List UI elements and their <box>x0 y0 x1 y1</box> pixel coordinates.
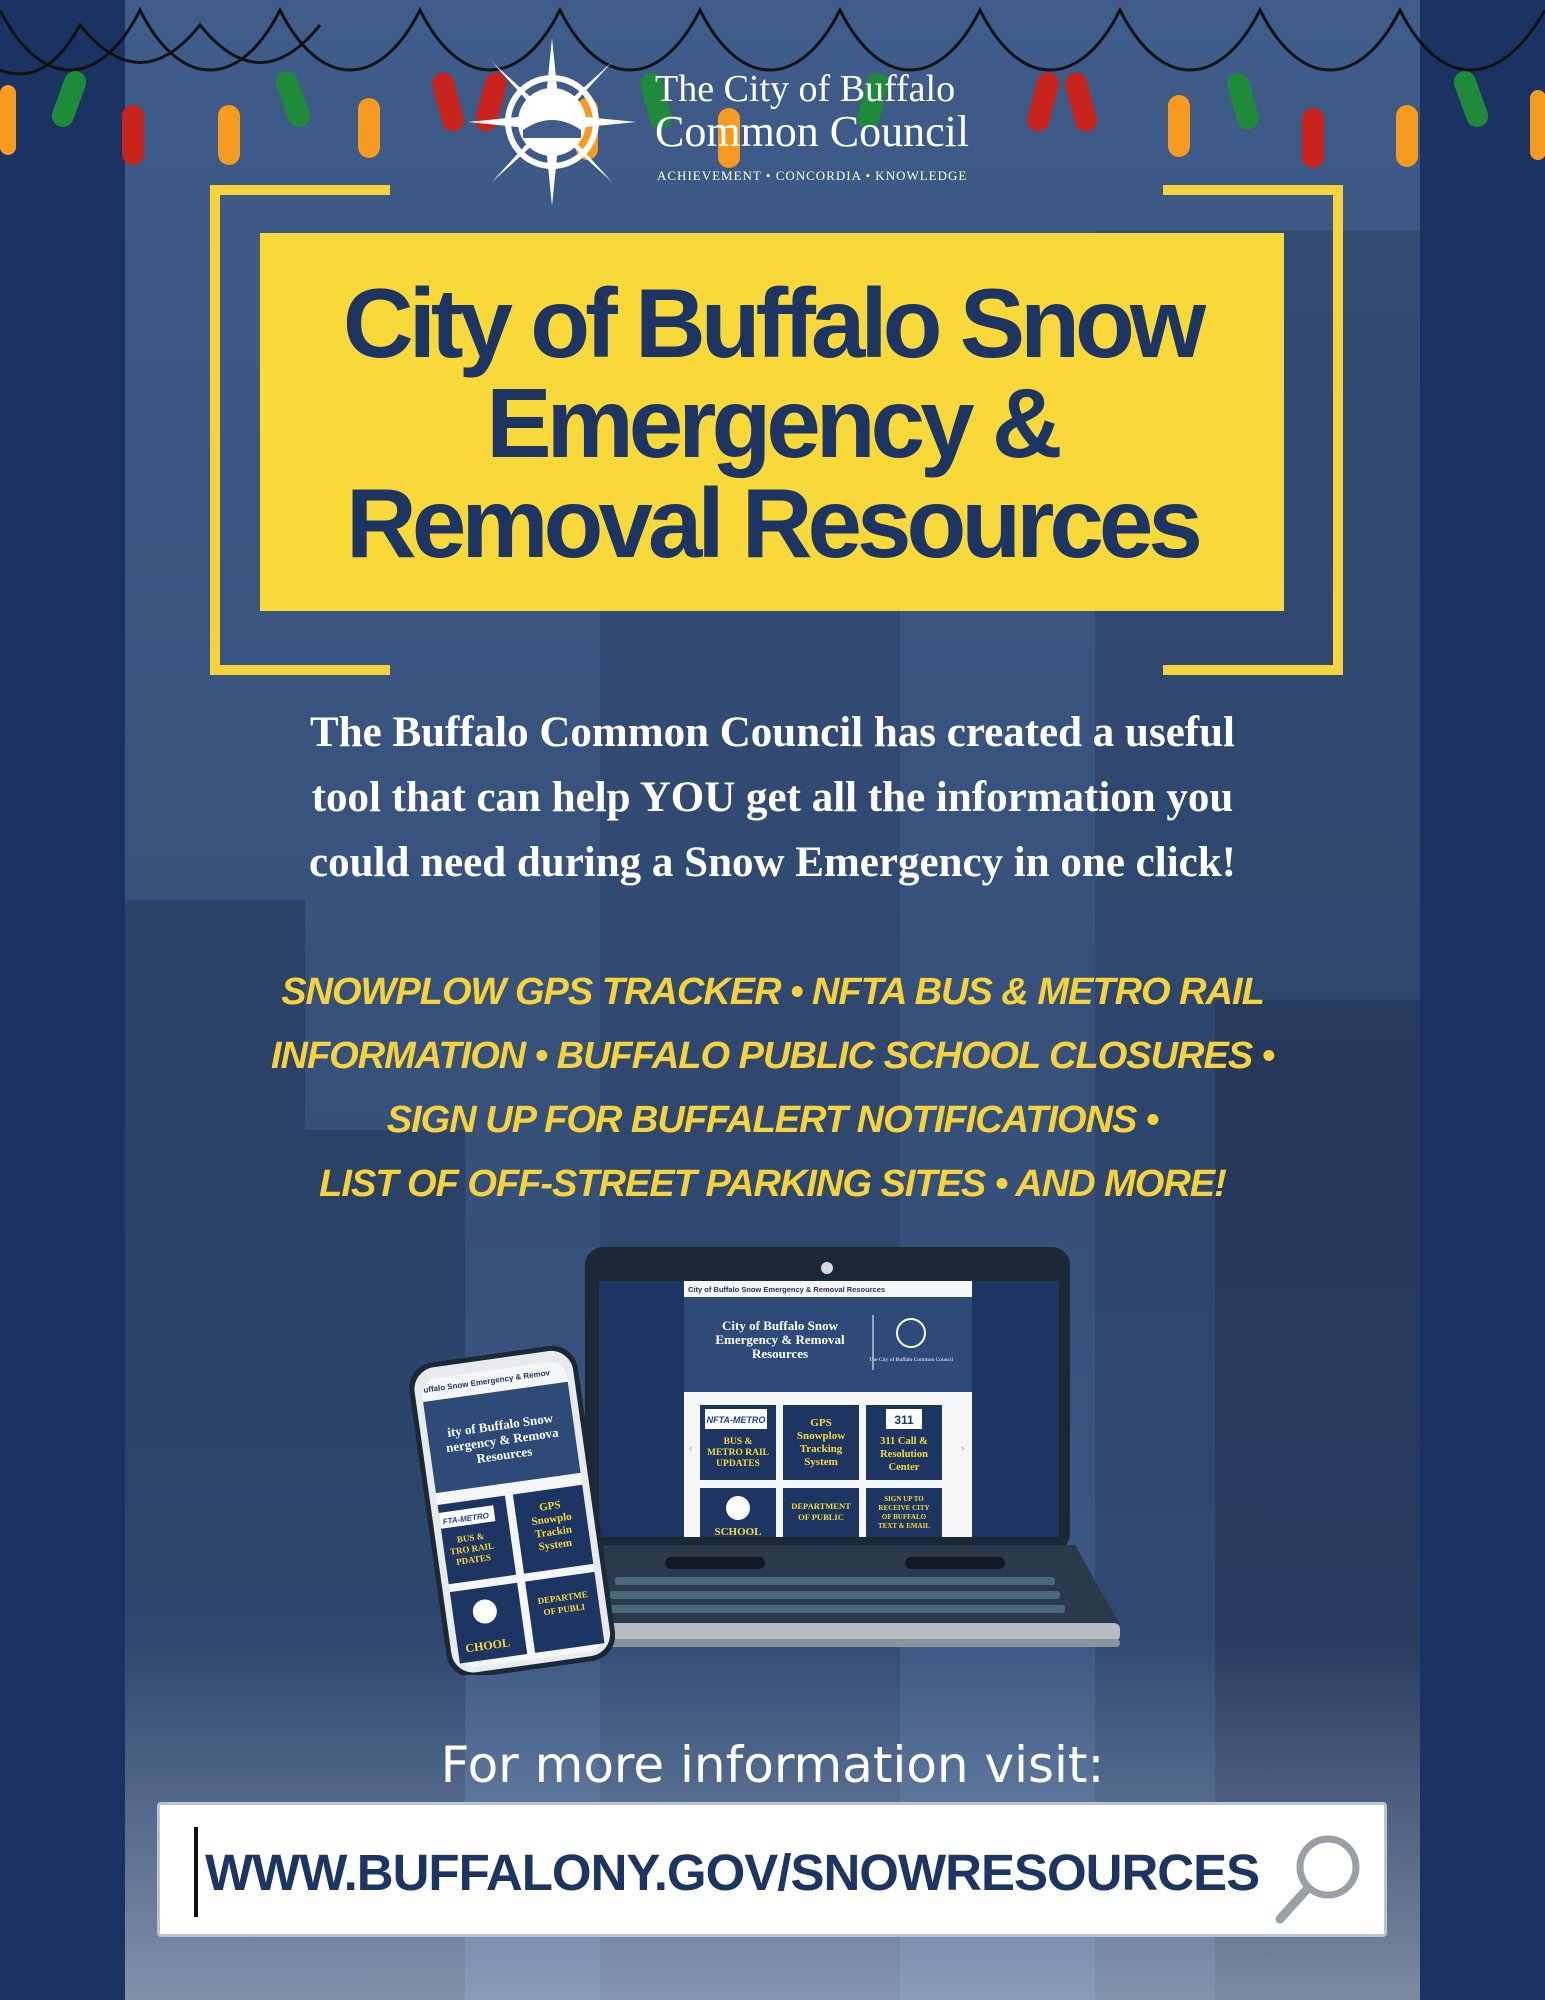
intro-line2: tool that can help YOU get all the infor… <box>311 774 1234 821</box>
features-line1: SNOWPLOW GPS TRACKER • NFTA BUS & METRO … <box>281 971 1265 1013</box>
cta-label: For more information visit: <box>440 1736 1105 1794</box>
url-search-bar[interactable]: WWW.BUFFALONY.GOV/SNOWRESOURCES <box>157 1802 1387 1937</box>
title-box: City of Buffalo Snow Emergency & Removal… <box>260 233 1284 611</box>
laptop-tile1-line1: BUS & <box>724 1437 753 1447</box>
laptop-illustration: City of Buffalo Snow Emergency & Removal… <box>575 1247 1120 1647</box>
org-name-line1: The City of Buffalo <box>655 68 956 110</box>
org-motto: ACHIEVEMENT • CONCORDIA • KNOWLEDGE <box>657 168 968 183</box>
intro-line1: The Buffalo Common Council has created a… <box>310 709 1235 756</box>
laptop-tile6-line3: OF BUFFALO <box>882 1513 927 1521</box>
right-border <box>1420 0 1545 2000</box>
laptop-tile2-line2: Snowplow <box>797 1430 845 1442</box>
title-line2: Emergency & <box>486 368 1062 478</box>
laptop-banner-line2: Emergency & Removal <box>715 1332 845 1347</box>
laptop-tile2-line3: Tracking <box>800 1443 843 1455</box>
laptop-tile2-line1: GPS <box>810 1417 831 1429</box>
url-text[interactable]: WWW.BUFFALONY.GOV/SNOWRESOURCES <box>205 1841 1260 1905</box>
laptop-tile2-line4: System <box>804 1456 838 1468</box>
city-seal-icon <box>468 38 636 206</box>
svg-text:›: › <box>961 1443 964 1454</box>
laptop-banner-line1: City of Buffalo Snow <box>722 1318 839 1333</box>
features-line4: LIST OF OFF-STREET PARKING SITES • AND M… <box>319 1163 1227 1205</box>
left-border <box>0 0 125 2000</box>
laptop-seal-caption: The City of Buffalo Common Council <box>869 1356 954 1363</box>
laptop-tile6-line2: RECEIVE CITY <box>878 1504 929 1512</box>
features-line2: INFORMATION • BUFFALO PUBLIC SCHOOL CLOS… <box>270 1035 1275 1077</box>
laptop-tile3-line3: Center <box>889 1462 920 1473</box>
features-line3: SIGN UP FOR BUFFALERT NOTIFICATIONS • <box>386 1099 1159 1141</box>
laptop-tile1-line2: METRO RAIL <box>707 1448 769 1458</box>
org-name-line2: Common Council <box>655 107 970 156</box>
laptop-tile6-line1: SIGN UP TO <box>884 1495 924 1503</box>
title-line3: Removal Resources <box>346 468 1203 578</box>
laptop-screen-header: City of Buffalo Snow Emergency & Removal… <box>688 1285 885 1294</box>
svg-text:‹: ‹ <box>689 1443 692 1454</box>
features-list: SNOWPLOW GPS TRACKER • NFTA BUS & METRO … <box>150 960 1395 1216</box>
laptop-banner-line3: Resources <box>752 1346 808 1361</box>
title-line1: City of Buffalo Snow <box>342 268 1206 378</box>
laptop-tile5-line1: DEPARTMENT <box>791 1501 851 1511</box>
intro-line3: could need during a Snow Emergency in on… <box>309 839 1236 886</box>
laptop-tile1-line3: UPDATES <box>716 1459 760 1469</box>
laptop-tile3-line1: 311 Call & <box>880 1436 928 1447</box>
laptop-tile6-line4: TEXT & EMAIL <box>878 1522 930 1530</box>
page-title: City of Buffalo Snow Emergency & Removal… <box>260 273 1284 573</box>
intro-paragraph: The Buffalo Common Council has created a… <box>150 700 1395 895</box>
text-cursor <box>194 1827 198 1917</box>
laptop-tile3-logo: 311 <box>894 1413 914 1427</box>
phone-illustration: uffalo Snow Emergency & Remov ity of Buf… <box>409 1345 615 1675</box>
magnifier-icon[interactable] <box>1270 1827 1370 1927</box>
laptop-tile3-line2: Resolution <box>880 1449 928 1460</box>
laptop-tile4-label: SCHOOL <box>714 1526 761 1538</box>
laptop-tile5-line2: OF PUBLIC <box>798 1512 844 1522</box>
laptop-tile1-logo: NFTA-METRO <box>707 1415 766 1425</box>
